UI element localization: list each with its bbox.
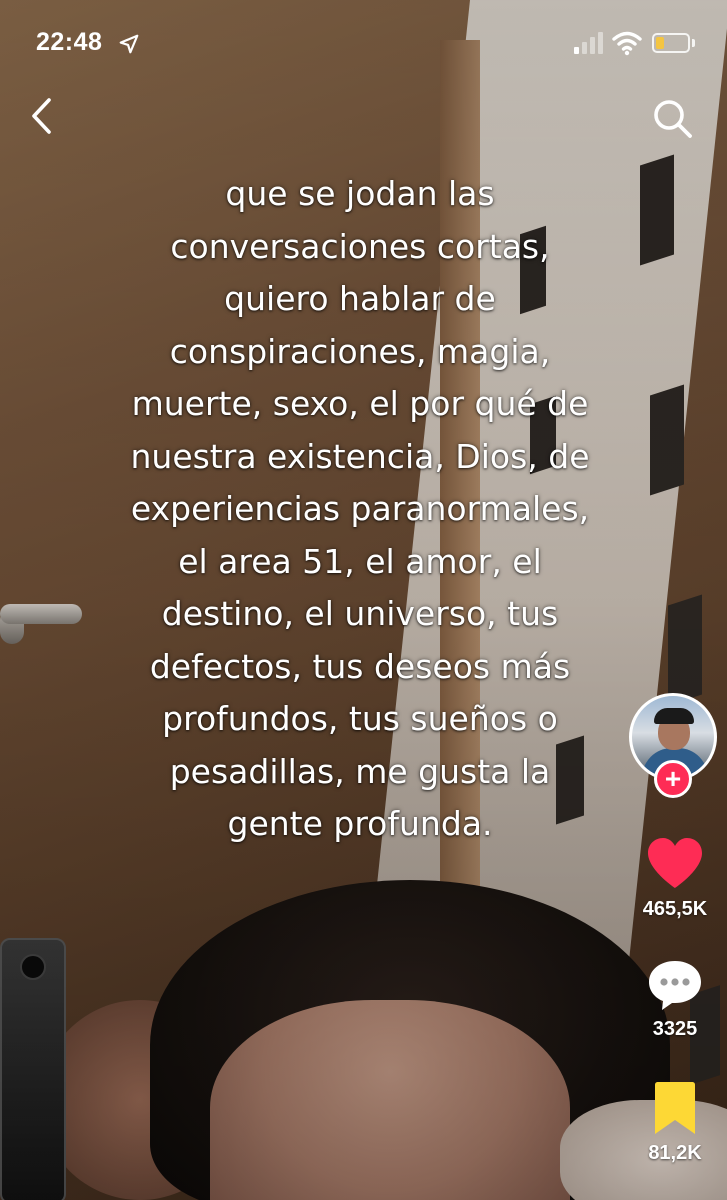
follow-button[interactable]: + (654, 760, 692, 798)
search-button[interactable] (650, 96, 694, 140)
back-button[interactable] (24, 94, 64, 138)
cellular-signal-icon (574, 32, 603, 54)
overlay-line: nuestra existencia, Dios, de (130, 436, 590, 476)
overlay-line: destino, el universo, tus (161, 594, 559, 633)
overlay-line: profundos, tus sueños o (162, 699, 558, 738)
status-time: 22:48 (36, 28, 103, 56)
comment-icon (649, 961, 701, 1010)
like-button[interactable]: 465,5K (625, 836, 725, 921)
overlay-line: conspiraciones, magia, (169, 331, 551, 371)
heart-icon (648, 838, 702, 888)
overlay-line: muerte, sexo, el por qué de (131, 384, 589, 423)
search-icon (654, 100, 692, 138)
overlay-line: defectos, tus deseos más (149, 646, 571, 686)
chevron-left-icon (32, 98, 51, 134)
favorite-count: 81,2K (648, 1142, 702, 1164)
overlay-line: el area 51, el amor, el (178, 541, 542, 581)
overlay-line: pesadillas, me gusta la (169, 751, 551, 791)
overlay-line: conversaciones cortas, (170, 226, 550, 266)
comment-count: 3325 (652, 1018, 698, 1040)
battery-icon (652, 33, 690, 53)
overlay-line: que se jodan las (225, 174, 495, 213)
location-arrow-icon (119, 34, 139, 54)
bookmark-icon (655, 1082, 695, 1134)
overlay-line: gente profunda. (227, 804, 493, 843)
avatar-cap (654, 708, 694, 724)
video-overlay-text: que se jodan las conversaciones cortas, … (80, 168, 640, 851)
battery-tip (692, 39, 695, 47)
comment-button[interactable]: 3325 (625, 958, 725, 1041)
overlay-line: experiencias paranormales, (130, 489, 590, 528)
like-count: 465,5K (642, 898, 708, 920)
overlay-line: quiero hablar de (224, 279, 496, 318)
battery-level (656, 37, 664, 49)
wifi-icon (612, 31, 642, 56)
favorite-button[interactable]: 81,2K (625, 1080, 725, 1165)
